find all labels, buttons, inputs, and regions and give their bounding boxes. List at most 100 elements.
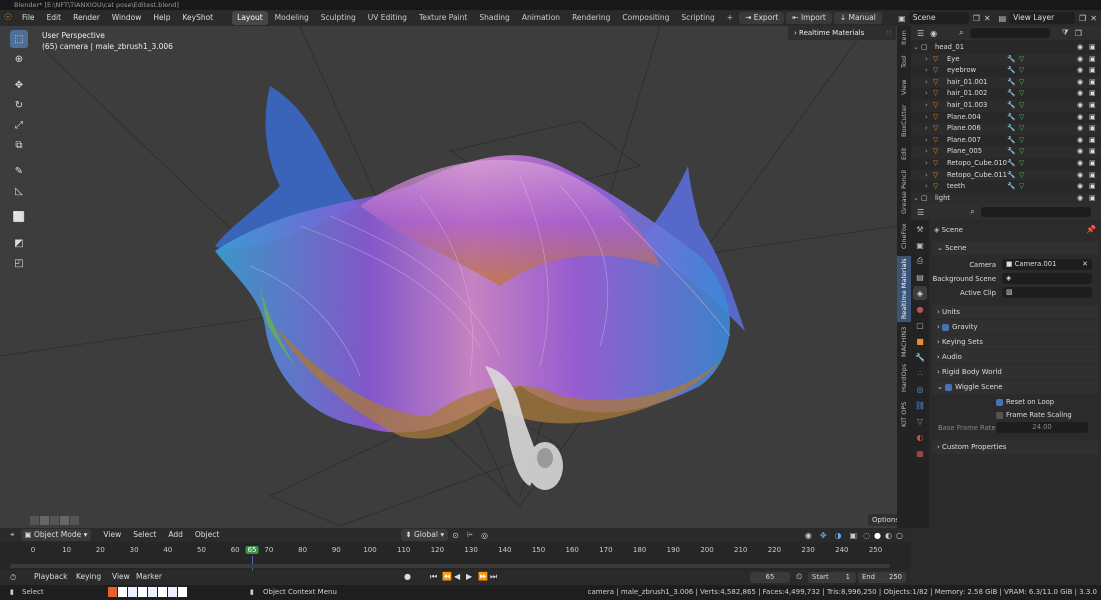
render-camera-icon[interactable]: ▣ <box>1089 158 1096 170</box>
expand-arrow-icon[interactable]: ⌄ <box>913 42 919 54</box>
timeline-editor-type-icon[interactable]: ⏱ <box>10 573 16 583</box>
visibility-icon[interactable]: ◉ <box>805 531 812 540</box>
audio-panel-header[interactable]: › Audio <box>932 350 1098 364</box>
visibility-eye-icon[interactable]: ◉ <box>1077 135 1083 147</box>
current-frame-field[interactable]: 65 <box>750 572 790 583</box>
record-icon[interactable]: ● <box>404 572 411 581</box>
n-tab-machin3[interactable]: MACHIN3 <box>897 326 911 358</box>
3d-viewport[interactable]: User Perspective (65) camera | male_zbru… <box>0 26 897 528</box>
clear-camera-icon[interactable]: ✕ <box>1082 259 1088 270</box>
rendered-shading-icon[interactable]: ○ <box>896 531 903 540</box>
expand-arrow-icon[interactable]: › <box>925 112 928 124</box>
n-tab-boxcutter[interactable]: BoxCutter <box>897 102 911 140</box>
delete-scene-icon[interactable]: ✕ <box>984 14 991 23</box>
scene-icon[interactable]: ▣ <box>898 14 906 23</box>
outliner-row[interactable]: › ▽ Plane_005 🔧 ▽ ◉ ▣ <box>911 146 1101 158</box>
n-tab-cinefox[interactable]: CineFox <box>897 220 911 252</box>
visibility-eye-icon[interactable]: ◉ <box>1077 146 1083 158</box>
expand-arrow-icon[interactable]: ⌄ <box>913 193 919 205</box>
n-tab-grease-pencil[interactable]: Grease Pencil <box>897 168 911 216</box>
scale-tool-icon[interactable]: ⤢ <box>10 116 28 134</box>
outliner-row[interactable]: ⌄ ▢ light ◉ ▣ <box>911 192 1101 205</box>
outliner-row[interactable]: › ▽ hair_01.003 🔧 ▽ ◉ ▣ <box>911 100 1101 112</box>
expand-arrow-icon[interactable]: › <box>925 65 928 77</box>
data-properties-icon[interactable]: ▽ <box>913 414 927 428</box>
render-camera-icon[interactable]: ▣ <box>1089 135 1096 147</box>
hardops-tool-icon[interactable]: ◰ <box>10 254 28 272</box>
new-scene-icon[interactable]: ❐ <box>973 14 980 23</box>
jump-start-icon[interactable]: ⏮ <box>430 572 437 582</box>
viewport-menu-view[interactable]: View <box>97 527 127 543</box>
visibility-eye-icon[interactable]: ◉ <box>1077 100 1083 112</box>
cursor-tool-icon[interactable]: ⊕ <box>10 50 28 68</box>
expand-arrow-icon[interactable]: › <box>925 77 928 89</box>
outliner-search-input[interactable] <box>969 28 1050 38</box>
gravity-checkbox[interactable] <box>942 323 950 331</box>
n-tab-item[interactable]: Item <box>897 28 911 48</box>
custom-properties-panel-header[interactable]: › Custom Properties <box>932 440 1098 454</box>
search-icon[interactable]: ⌕ <box>959 28 963 38</box>
solid-shading-icon[interactable]: ● <box>874 531 881 540</box>
n-tab-tool[interactable]: Tool <box>897 52 911 72</box>
visibility-eye-icon[interactable]: ◉ <box>1077 170 1083 182</box>
viewport-editor-type-icon[interactable]: ⌖ <box>10 530 15 540</box>
select-extend-mode-icon[interactable] <box>40 516 49 525</box>
render-camera-icon[interactable]: ▣ <box>1089 146 1096 158</box>
render-camera-icon[interactable]: ▣ <box>1089 88 1096 100</box>
visibility-eye-icon[interactable]: ◉ <box>1077 123 1083 135</box>
outliner-row[interactable]: › ▽ Plane.004 🔧 ▽ ◉ ▣ <box>911 112 1101 124</box>
render-camera-icon[interactable]: ▣ <box>1089 170 1096 182</box>
background-scene-field[interactable]: ◈ <box>1002 273 1092 284</box>
visibility-eye-icon[interactable]: ◉ <box>1077 112 1083 124</box>
addon-6-icon[interactable] <box>168 587 177 597</box>
render-camera-icon[interactable]: ▣ <box>1089 100 1096 112</box>
jump-end-icon[interactable]: ⏭ <box>490 572 497 582</box>
material-shading-icon[interactable]: ◐ <box>885 531 892 540</box>
select-invert-mode-icon[interactable] <box>70 516 79 525</box>
menu-help[interactable]: Help <box>147 10 176 26</box>
render-camera-icon[interactable]: ▣ <box>1089 65 1096 77</box>
expand-arrow-icon[interactable]: › <box>925 54 928 66</box>
editor-type-icon[interactable]: ☰ <box>917 29 924 38</box>
reset-on-loop-checkbox[interactable] <box>996 398 1003 406</box>
prev-keyframe-icon[interactable]: ⏪ <box>442 572 452 581</box>
outliner-row[interactable]: › ▽ Retopo_Cube.011 🔧 ▽ ◉ ▣ <box>911 169 1101 182</box>
visibility-eye-icon[interactable]: ◉ <box>1077 193 1083 205</box>
addon-1-icon[interactable] <box>118 587 127 597</box>
material-properties-icon[interactable]: ◐ <box>913 430 927 444</box>
n-tab-edit[interactable]: Edit <box>897 144 911 164</box>
frame-rate-scaling-checkbox[interactable] <box>996 411 1003 419</box>
transform-tool-icon[interactable]: ⧉ <box>10 136 28 154</box>
end-frame-field[interactable]: End 250 <box>858 572 906 583</box>
scene-properties-icon[interactable]: ◈ <box>913 286 927 300</box>
expand-arrow-icon[interactable]: › <box>925 170 928 182</box>
display-mode-icon[interactable]: ◉ <box>930 29 937 38</box>
render-camera-icon[interactable]: ▣ <box>1089 54 1096 66</box>
texture-properties-icon[interactable]: ▦ <box>913 446 927 460</box>
object-properties-icon[interactable]: ■ <box>913 334 927 348</box>
n-tab-realtime-materials[interactable]: Realtime Materials <box>897 256 911 322</box>
add-workspace-button[interactable]: + <box>722 11 738 25</box>
outliner-row[interactable]: › ▽ Plane.006 🔧 ▽ ◉ ▣ <box>911 123 1101 135</box>
tab-scripting[interactable]: Scripting <box>676 11 719 25</box>
wiggle-scene-checkbox[interactable] <box>945 383 953 391</box>
menu-keying[interactable]: Keying <box>70 569 107 585</box>
tab-modeling[interactable]: Modeling <box>270 11 314 25</box>
gravity-panel-header[interactable]: › Gravity <box>932 320 1098 334</box>
rigid-body-world-panel-header[interactable]: › Rigid Body World <box>932 365 1098 379</box>
outliner-row[interactable]: › ▽ eyebrow 🔧 ▽ ◉ ▣ <box>911 65 1101 77</box>
frame-rate-scaling-row[interactable]: Frame Rate Scaling <box>996 411 1072 419</box>
menu-keyshot[interactable]: KeyShot <box>176 10 219 26</box>
render-camera-icon[interactable]: ▣ <box>1089 77 1096 89</box>
outliner-row[interactable]: › ▽ Retopo_Cube.010 🔧 ▽ ◉ ▣ <box>911 158 1101 170</box>
addon-5-icon[interactable] <box>158 587 167 597</box>
tool-properties-icon[interactable]: ⚒ <box>913 222 927 236</box>
rotate-tool-icon[interactable]: ↻ <box>10 96 28 114</box>
expand-arrow-icon[interactable]: › <box>925 181 928 193</box>
render-camera-icon[interactable]: ▣ <box>1089 123 1096 135</box>
addon-j-icon[interactable] <box>108 587 117 597</box>
scene-field[interactable]: Scene <box>908 12 969 24</box>
snap-icon[interactable]: ⌲ <box>467 530 473 540</box>
outliner-row[interactable]: › ▽ teeth 🔧 ▽ ◉ ▣ <box>911 181 1101 193</box>
expand-arrow-icon[interactable]: › <box>925 88 928 100</box>
